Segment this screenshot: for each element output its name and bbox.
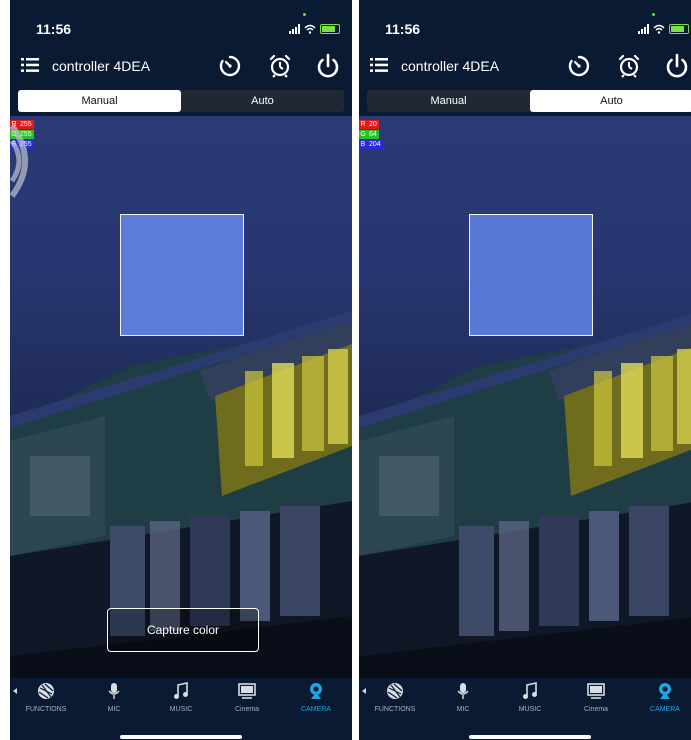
privacy-indicator (652, 13, 655, 16)
nav-music[interactable]: MUSIC (498, 682, 562, 722)
tab-manual[interactable]: Manual (367, 90, 530, 112)
camera-icon (659, 683, 671, 699)
red-label: R (359, 120, 367, 129)
alarm-clock-icon[interactable] (615, 52, 643, 80)
device-title: controller 4DEA (52, 58, 151, 74)
phone-screen-auto: 11:56 controller 4DEA Manual Auto R 20 G… (359, 0, 691, 740)
nav-label: MUSIC (518, 706, 542, 713)
nav-label: MUSIC (169, 706, 193, 713)
wifi-icon (304, 24, 316, 34)
green-value-row: G 64 (359, 130, 399, 139)
capture-color-button[interactable]: Capture color (107, 608, 259, 652)
app-header: controller 4DEA (359, 48, 691, 84)
tab-manual[interactable]: Manual (18, 90, 181, 112)
wifi-icon (653, 24, 665, 34)
battery-icon (320, 24, 340, 34)
nav-camera[interactable]: CAMERA (633, 682, 691, 722)
status-icons (289, 20, 340, 34)
status-time: 11:56 (36, 21, 72, 37)
mode-tabs: Manual Auto (18, 90, 344, 112)
nav-label: Cinema (234, 706, 260, 713)
status-icons (638, 20, 689, 34)
cinema-icon (587, 683, 605, 699)
alarm-clock-icon[interactable] (266, 52, 294, 80)
battery-icon (669, 24, 689, 34)
menu-list-icon[interactable] (370, 57, 388, 73)
nav-label: CAMERA (301, 706, 331, 713)
power-icon[interactable] (663, 52, 691, 80)
mode-tabs: Manual Auto (367, 90, 691, 112)
tab-auto[interactable]: Auto (181, 90, 344, 112)
nav-label: MIC (107, 706, 121, 713)
blue-label: B (359, 140, 367, 149)
rgb-readout: R 20 G 64 B 204 (359, 120, 399, 150)
status-time: 11:56 (385, 21, 421, 37)
nav-label: FUNCTIONS (374, 706, 416, 713)
camera-icon (310, 683, 322, 699)
tab-auto[interactable]: Auto (530, 90, 691, 112)
color-sample-box[interactable] (469, 214, 593, 336)
mic-icon (457, 683, 469, 699)
mic-icon (108, 683, 120, 699)
nav-label: CAMERA (650, 706, 680, 713)
signal-icon (638, 24, 649, 34)
nav-label: Cinema (583, 706, 609, 713)
timer-icon[interactable] (565, 52, 593, 80)
app-header: controller 4DEA (10, 48, 352, 84)
nav-mic[interactable]: MIC (431, 682, 495, 722)
functions-icon (38, 683, 54, 699)
cinema-icon (238, 683, 256, 699)
green-label: G (359, 130, 367, 139)
timer-icon[interactable] (216, 52, 244, 80)
home-indicator (469, 735, 591, 739)
music-icon (174, 682, 188, 699)
music-icon (523, 682, 537, 699)
functions-icon (387, 683, 403, 699)
nav-label: MIC (456, 706, 470, 713)
nav-label: FUNCTIONS (25, 706, 67, 713)
nav-camera[interactable]: CAMERA (284, 682, 348, 722)
blue-value: 204 (367, 140, 383, 149)
nav-functions[interactable]: FUNCTIONS (14, 682, 78, 722)
device-title: controller 4DEA (401, 58, 500, 74)
camera-preview[interactable]: R 255 G 255 B 255 Capture color (10, 116, 352, 678)
phone-screen-manual: 11:56 controller 4DEA Manual Auto R 255 … (10, 0, 352, 740)
wifi-arc-icon (10, 124, 28, 198)
green-value: 64 (367, 130, 379, 139)
color-sample-box[interactable] (120, 214, 244, 336)
nav-cinema[interactable]: Cinema (215, 682, 279, 722)
status-bar: 11:56 (359, 0, 691, 44)
red-value: 20 (367, 120, 379, 129)
menu-list-icon[interactable] (21, 57, 39, 73)
signal-icon (289, 24, 300, 34)
power-icon[interactable] (314, 52, 342, 80)
nav-music[interactable]: MUSIC (149, 682, 213, 722)
home-indicator (120, 735, 242, 739)
status-bar: 11:56 (10, 0, 352, 44)
blue-value-row: B 204 (359, 140, 399, 149)
bottom-nav: FUNCTIONS MIC MUSIC Cinema CAMERA (10, 678, 352, 740)
bottom-nav: FUNCTIONS MIC MUSIC Cinema CAMERA (359, 678, 691, 740)
red-value-row: R 20 (359, 120, 399, 129)
nav-functions[interactable]: FUNCTIONS (363, 682, 427, 722)
nav-cinema[interactable]: Cinema (564, 682, 628, 722)
privacy-indicator (303, 13, 306, 16)
nav-mic[interactable]: MIC (82, 682, 146, 722)
camera-preview[interactable]: R 20 G 64 B 204 (359, 116, 691, 678)
